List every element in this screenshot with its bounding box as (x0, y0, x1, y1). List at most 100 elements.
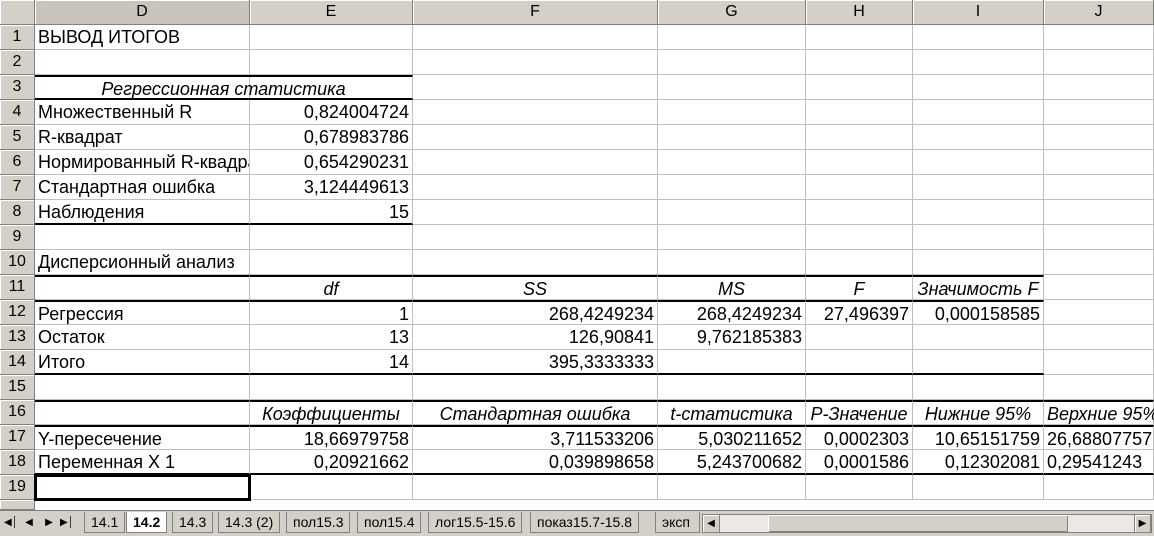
prev-sheet-button[interactable]: ◀ (22, 514, 36, 532)
coef-cell[interactable]: 10,65151759 (913, 425, 1044, 450)
empty-cell[interactable] (806, 475, 913, 500)
empty-cell[interactable] (413, 75, 658, 100)
coef-cell[interactable]: 0,20921662 (250, 450, 413, 475)
row-header-9[interactable]: 9 (0, 225, 35, 250)
coef-cell[interactable]: Переменная X 1 (35, 450, 250, 475)
regstat-value[interactable]: 3,124449613 (250, 175, 413, 200)
summary-title[interactable]: ВЫВОД ИТОГОВ (35, 25, 250, 50)
coef-header-cell[interactable]: Верхние 95% (1044, 400, 1154, 425)
empty-cell[interactable] (1044, 75, 1154, 100)
empty-cell[interactable] (658, 200, 806, 225)
row-header-3[interactable]: 3 (0, 75, 35, 100)
empty-cell[interactable] (913, 50, 1044, 75)
empty-cell[interactable] (250, 50, 413, 75)
empty-cell[interactable] (413, 100, 658, 125)
coef-cell[interactable]: 0,29541243 (1044, 450, 1154, 475)
empty-cell[interactable] (413, 125, 658, 150)
coef-cell[interactable]: 0,12302081 (913, 450, 1044, 475)
empty-cell[interactable] (806, 250, 913, 275)
coef-cell[interactable]: 3,711533206 (413, 425, 658, 450)
anova-cell[interactable]: 1 (250, 300, 413, 325)
sheet-tab-14-2[interactable]: 14.2 (126, 512, 168, 533)
regstat-label[interactable]: Множественный R (35, 100, 250, 125)
sheet-tab-14-1[interactable]: 14.1 (84, 512, 126, 533)
column-header-j[interactable]: J (1044, 0, 1154, 25)
anova-header-cell[interactable]: SS (413, 275, 658, 300)
empty-cell[interactable] (806, 75, 913, 100)
row-header-10[interactable]: 10 (0, 250, 35, 275)
first-sheet-button[interactable]: ◀│ (4, 514, 18, 532)
anova-cell[interactable] (806, 350, 913, 375)
empty-cell[interactable] (806, 100, 913, 125)
column-header-h[interactable]: H (806, 0, 913, 25)
coef-cell[interactable]: 0,0001586 (806, 450, 913, 475)
anova-cell[interactable] (658, 350, 806, 375)
coef-header-cell[interactable] (35, 400, 250, 425)
empty-cell[interactable] (413, 150, 658, 175)
empty-cell[interactable] (1044, 475, 1154, 500)
coef-cell[interactable]: 18,66979758 (250, 425, 413, 450)
row-header-12[interactable]: 12 (0, 300, 35, 325)
empty-cell[interactable] (413, 475, 658, 500)
row-header-14[interactable]: 14 (0, 350, 35, 375)
coef-header-cell[interactable]: Коэффициенты (250, 400, 413, 425)
empty-cell[interactable] (806, 25, 913, 50)
anova-cell[interactable]: Регрессия (35, 300, 250, 325)
empty-cell[interactable] (913, 225, 1044, 250)
row-header-20[interactable] (0, 500, 35, 510)
anova-cell[interactable]: 0,000158585 (913, 300, 1044, 325)
empty-cell[interactable] (806, 125, 913, 150)
empty-cell[interactable] (806, 225, 913, 250)
empty-cell[interactable] (658, 125, 806, 150)
sheet-tab-pol15-4[interactable]: пол15.4 (357, 512, 422, 533)
empty-cell[interactable] (658, 100, 806, 125)
empty-cell[interactable] (1044, 50, 1154, 75)
row-header-16[interactable]: 16 (0, 400, 35, 425)
empty-cell[interactable] (658, 225, 806, 250)
anova-header-cell[interactable] (35, 275, 250, 300)
column-header-f[interactable]: F (413, 0, 658, 25)
scroll-thumb[interactable] (768, 515, 1068, 532)
sheet-tab-14-3-2[interactable]: 14.3 (2) (218, 512, 281, 533)
row-header-8[interactable]: 8 (0, 200, 35, 225)
anova-cell[interactable]: 27,496397 (806, 300, 913, 325)
anova-cell[interactable]: Итого (35, 350, 250, 375)
column-header-i[interactable]: I (913, 0, 1044, 25)
anova-header-cell[interactable]: Значимость F (913, 275, 1044, 300)
empty-cell[interactable] (1044, 175, 1154, 200)
empty-cell[interactable] (913, 375, 1044, 400)
empty-cell[interactable] (658, 25, 806, 50)
empty-cell[interactable] (913, 475, 1044, 500)
empty-cell[interactable] (913, 100, 1044, 125)
sheet-tab-pokaz15-7[interactable]: показ15.7-15.8 (530, 512, 640, 533)
empty-cell[interactable] (413, 50, 658, 75)
scroll-left-icon[interactable]: ◀ (703, 515, 720, 532)
regstat-label[interactable]: R-квадрат (35, 125, 250, 150)
row-header-6[interactable]: 6 (0, 150, 35, 175)
sheet-tab-eksp[interactable]: эксп (655, 512, 700, 533)
empty-cell[interactable] (1044, 100, 1154, 125)
anova-cell[interactable]: 13 (250, 325, 413, 350)
empty-cell[interactable] (806, 200, 913, 225)
empty-cell[interactable] (413, 175, 658, 200)
coef-cell[interactable]: 26,68807757 (1044, 425, 1154, 450)
anova-header-cell[interactable]: F (806, 275, 913, 300)
empty-cell[interactable] (1044, 350, 1154, 375)
empty-cell[interactable] (658, 75, 806, 100)
empty-cell[interactable] (1044, 325, 1154, 350)
row-header-18[interactable]: 18 (0, 450, 35, 475)
empty-cell[interactable] (806, 375, 913, 400)
empty-cell[interactable] (250, 250, 413, 275)
empty-cell[interactable] (250, 475, 413, 500)
anova-cell[interactable]: 9,762185383 (658, 325, 806, 350)
horizontal-scrollbar[interactable]: ◀ ▶ (702, 514, 1152, 533)
anova-cell[interactable]: 268,4249234 (658, 300, 806, 325)
row-header-1[interactable]: 1 (0, 25, 35, 50)
empty-cell[interactable] (913, 250, 1044, 275)
row-header-17[interactable]: 17 (0, 425, 35, 450)
sheet-tab-14-3[interactable]: 14.3 (172, 512, 214, 533)
last-sheet-button[interactable]: ▶│ (60, 514, 74, 532)
regstat-label[interactable]: Стандартная ошибка (35, 175, 250, 200)
empty-cell[interactable] (658, 50, 806, 75)
empty-cell[interactable] (413, 375, 658, 400)
